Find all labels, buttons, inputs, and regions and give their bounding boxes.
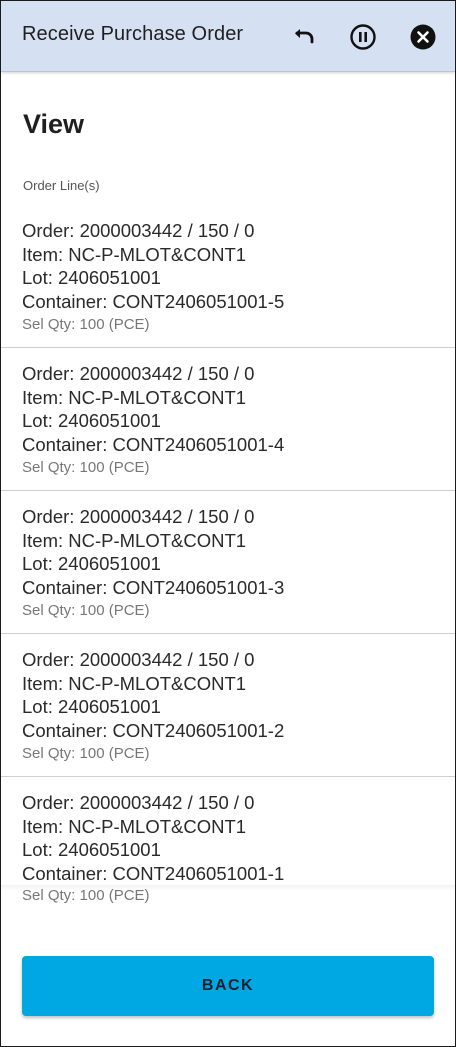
order-line-item[interactable]: Order: 2000003442 / 150 / 0 Item: NC-P-M… [1,634,455,777]
section-label: Order Line(s) [23,178,100,193]
sel-qty-text: Sel Qty: 100 (PCE) [22,459,150,476]
order-text: Order: 2000003442 / 150 / 0 [22,649,255,670]
order-text: Order: 2000003442 / 150 / 0 [22,506,255,527]
close-button[interactable] [408,22,438,52]
container-text: Container: CONT2406051001-1 [22,862,285,884]
sel-qty-text: Sel Qty: 100 (PCE) [22,316,150,333]
page-title: View [23,109,85,139]
lot-text: Lot: 2406051001 [22,839,161,860]
lot-text: Lot: 2406051001 [22,696,161,717]
order-text: Order: 2000003442 / 150 / 0 [22,792,255,813]
order-line-item[interactable]: Order: 2000003442 / 150 / 0 Item: NC-P-M… [1,205,455,348]
order-line-item[interactable]: Order: 2000003442 / 150 / 0 Item: NC-P-M… [1,491,455,634]
back-button-label: BACK [201,977,255,994]
item-text: Item: NC-P-MLOT&CONT1 [22,529,247,551]
item-text: Item: NC-P-MLOT&CONT1 [22,672,247,694]
lot-text: Lot: 2406051001 [22,267,161,288]
app-title: Receive Purchase Order [22,23,244,45]
container-text: Container: CONT2406051001-4 [22,433,285,455]
app-bar: Receive Purchase Order [1,1,455,72]
container-text: Container: CONT2406051001-3 [22,576,285,598]
lot-text: Lot: 2406051001 [22,553,161,574]
item-text: Item: NC-P-MLOT&CONT1 [22,243,247,265]
order-text: Order: 2000003442 / 150 / 0 [22,220,255,241]
undo-button[interactable] [288,22,318,52]
pause-circle-icon [350,24,376,50]
order-line-item[interactable]: Order: 2000003442 / 150 / 0 Item: NC-P-M… [1,777,455,888]
order-line-item[interactable]: Order: 2000003442 / 150 / 0 Item: NC-P-M… [1,348,455,491]
close-circle-icon [410,24,436,50]
container-text: Container: CONT2406051001-2 [22,719,285,741]
container-text: Container: CONT2406051001-5 [22,290,285,312]
sel-qty-text: Sel Qty: 100 (PCE) [22,887,150,904]
sel-qty-text: Sel Qty: 100 (PCE) [22,745,150,762]
sel-qty-text: Sel Qty: 100 (PCE) [22,602,150,619]
lot-text: Lot: 2406051001 [22,410,161,431]
undo-icon [295,29,314,44]
item-text: Item: NC-P-MLOT&CONT1 [22,815,247,837]
item-text: Item: NC-P-MLOT&CONT1 [22,386,247,408]
pause-button[interactable] [348,22,378,52]
back-button[interactable]: BACK [22,956,434,1016]
order-text: Order: 2000003442 / 150 / 0 [22,363,255,384]
order-line-list[interactable]: Order: 2000003442 / 150 / 0 Item: NC-P-M… [1,205,455,888]
app-window: Receive Purchase Order View Order Line(s… [0,0,456,1047]
